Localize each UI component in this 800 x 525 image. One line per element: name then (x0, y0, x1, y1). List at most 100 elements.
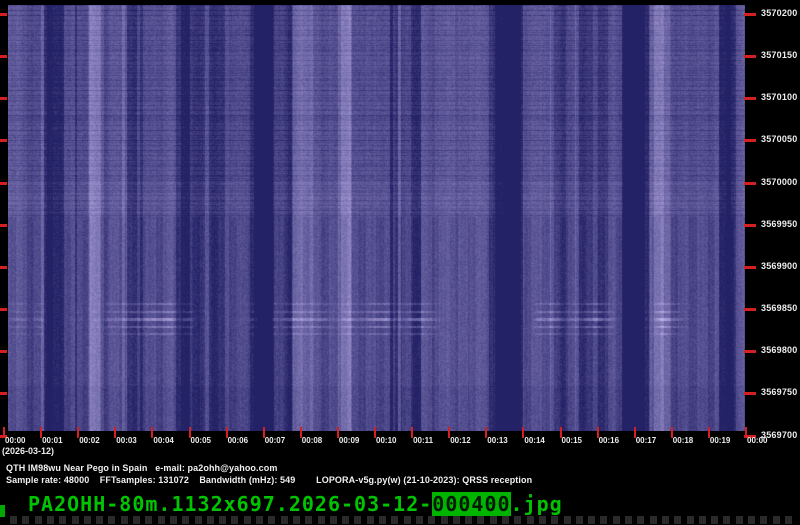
time-tick-label: 00:07 (264, 436, 286, 445)
dot (489, 516, 497, 524)
dot (403, 516, 411, 524)
freq-tick-label: 3570100 (761, 92, 798, 103)
dot (133, 516, 140, 524)
dot (317, 516, 325, 524)
time-tick-label: 00:08 (301, 436, 323, 445)
dot (243, 516, 251, 524)
freq-tick (0, 97, 7, 101)
dot (772, 516, 780, 524)
dot (551, 516, 559, 524)
dot (292, 516, 300, 524)
dot (108, 516, 116, 524)
dot (169, 516, 177, 524)
dot (120, 516, 128, 524)
freq-tick (0, 350, 7, 354)
freq-tick (0, 13, 7, 16)
time-tick-label: 00:16 (598, 436, 620, 445)
freq-tick (744, 181, 756, 185)
freq-tick (744, 265, 756, 269)
dot (231, 516, 239, 524)
freq-tick-label: 3569900 (761, 260, 798, 271)
settings-info-line: Sample rate: 48000 FFTsamples: 131072 Ba… (6, 475, 533, 485)
freq-tick (744, 55, 756, 59)
freq-tick (744, 223, 756, 227)
time-tick-label: 00:05 (190, 436, 211, 445)
dot (366, 516, 374, 524)
freq-tick (0, 392, 7, 396)
dot (280, 516, 288, 524)
dot (538, 516, 546, 524)
dot (625, 516, 632, 524)
dot (59, 516, 67, 524)
dot (526, 516, 534, 524)
freq-tick (744, 392, 756, 396)
dot (674, 516, 682, 524)
dot (563, 516, 571, 524)
freq-tick-label: 3570150 (761, 50, 798, 61)
dot (612, 516, 620, 524)
dot (661, 516, 669, 524)
freq-tick (744, 308, 756, 312)
dot (354, 516, 362, 524)
dot (219, 516, 227, 524)
dot (10, 516, 17, 524)
dot (415, 516, 423, 524)
dot (723, 516, 731, 524)
dot (268, 516, 276, 524)
time-tick-label: 00:19 (709, 436, 731, 445)
freq-tick-label: 3569950 (761, 218, 798, 229)
dot (428, 516, 436, 524)
dot (46, 516, 54, 524)
freq-tick (744, 139, 756, 143)
dot (34, 516, 42, 524)
dot (477, 516, 485, 524)
spectrogram-canvas (8, 5, 745, 431)
dot (686, 516, 694, 524)
dot (391, 516, 399, 524)
freq-tick-label: 3569850 (761, 303, 798, 314)
freq-tick (0, 139, 7, 143)
dot (698, 516, 706, 524)
dot (748, 516, 755, 524)
corner-green-block (0, 505, 5, 517)
freq-tick (0, 223, 7, 227)
freq-tick-label: 3570000 (761, 176, 798, 187)
dot (440, 516, 448, 524)
time-tick-label: 00:09 (338, 436, 360, 445)
freq-tick (0, 265, 7, 269)
freq-tick-label: 3570050 (761, 134, 798, 145)
freq-tick (744, 13, 756, 16)
dot (452, 516, 460, 524)
dot (83, 516, 91, 524)
qrss-grabber-image: (2026-03-12) QTH IM98wu Near Pego in Spa… (0, 0, 800, 525)
filename-prefix: PA2OHH-80m.1132x697.2026-03-12- (28, 492, 433, 516)
freq-tick-label: 3569750 (761, 387, 798, 398)
dot (649, 516, 657, 524)
time-tick-label: 00:04 (153, 436, 174, 445)
time-tick-label: 00:02 (79, 436, 100, 445)
dot (600, 516, 608, 524)
time-tick-label: 00:03 (116, 436, 137, 445)
time-tick-label: 00:11 (413, 436, 434, 445)
filename-text: PA2OHH-80m.1132x697.2026-03-12-000400.jp… (28, 492, 563, 516)
time-tick-label: 00:12 (450, 436, 471, 445)
freq-tick (0, 308, 7, 312)
dot (711, 516, 719, 524)
dot (96, 516, 104, 524)
time-tick-label: 00:15 (561, 436, 582, 445)
filename-highlight: 000400 (432, 492, 511, 516)
dot (502, 516, 509, 524)
time-tick-label: 00:10 (376, 436, 397, 445)
dot (256, 516, 263, 524)
bottom-dot-strip (0, 515, 800, 525)
time-tick-label: 00:18 (672, 436, 694, 445)
freq-tick (744, 97, 756, 101)
time-tick-label: 00:17 (635, 436, 657, 445)
time-tick-label: 00:06 (227, 436, 249, 445)
dot (735, 516, 743, 524)
station-info-line: QTH IM98wu Near Pego in Spain e-mail: pa… (6, 463, 278, 473)
dot (182, 516, 190, 524)
dot (329, 516, 337, 524)
time-tick-label: 00:00 (5, 436, 26, 445)
time-tick-label: 00:00 (747, 436, 768, 445)
